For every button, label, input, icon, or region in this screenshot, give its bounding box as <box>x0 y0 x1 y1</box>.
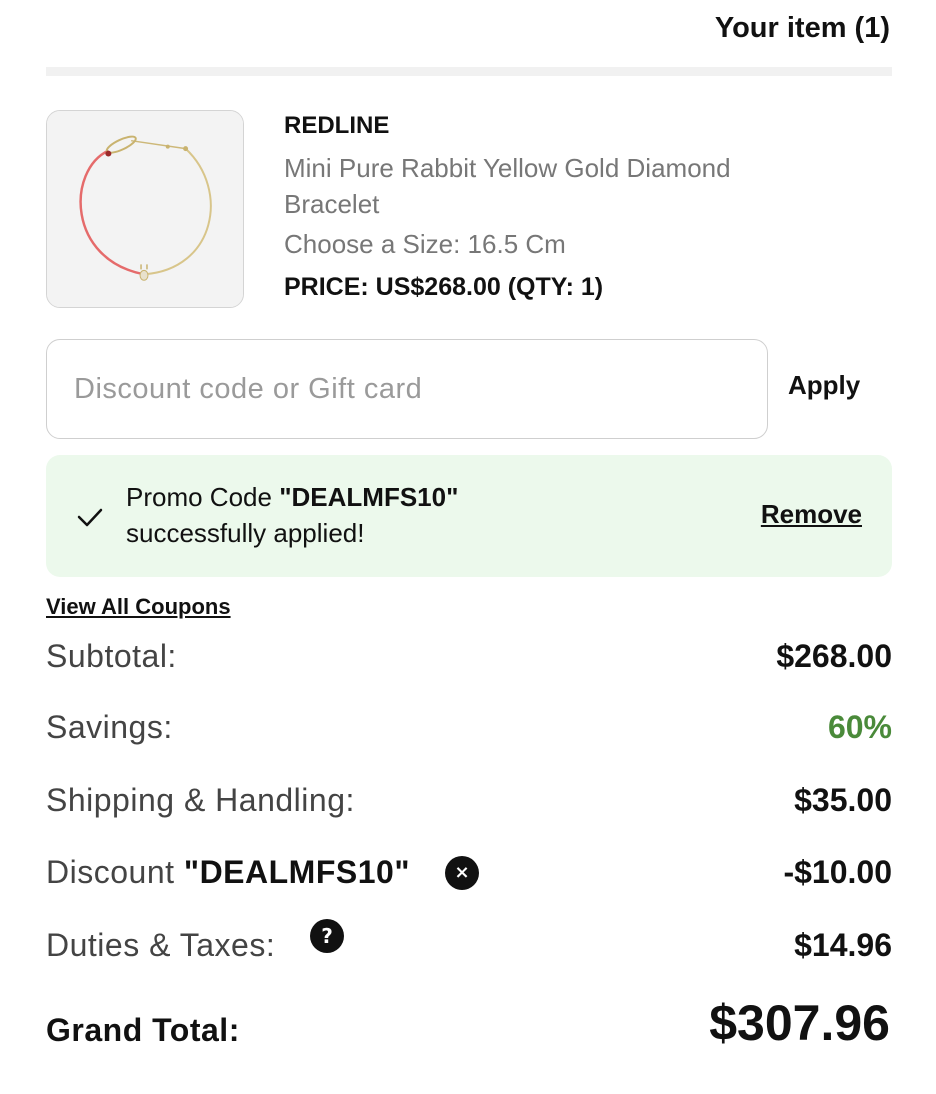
duties-value: $14.96 <box>794 927 892 963</box>
discount-code-input[interactable] <box>46 339 768 439</box>
product-size: Choose a Size: 16.5 Cm <box>284 229 566 259</box>
product-price: PRICE: US$268.00 (QTY: 1) <box>284 273 604 301</box>
duties-label: Duties & Taxes: <box>46 927 276 963</box>
shipping-label: Shipping & Handling: <box>46 782 355 818</box>
shipping-value: $35.00 <box>794 782 892 818</box>
savings-value: 60% <box>827 709 892 745</box>
discount-value: -$10.00 <box>783 854 892 890</box>
discount-code-label: "DEALMFS10" <box>183 854 410 890</box>
shipping-row: Shipping & Handling: $35.00 <box>46 780 892 820</box>
promo-remove-link[interactable]: Remove <box>761 499 862 530</box>
subtotal-label: Subtotal: <box>46 638 177 674</box>
apply-button[interactable]: Apply <box>788 370 860 401</box>
header-divider <box>46 67 892 76</box>
subtotal-value: $268.00 <box>776 638 892 674</box>
savings-label: Savings: <box>46 709 173 745</box>
discount-label-prefix: Discount <box>46 854 184 890</box>
product-info: REDLINE Mini Pure Rabbit Yellow Gold Dia… <box>284 110 884 304</box>
subtotal-row: Subtotal: $268.00 <box>46 636 892 676</box>
help-icon[interactable]: ? <box>310 919 344 953</box>
promo-suffix: successfully applied! <box>126 518 365 548</box>
product-image[interactable] <box>46 110 244 308</box>
bracelet-image <box>47 111 243 307</box>
grand-total-value: $307.96 <box>709 995 890 1051</box>
promo-message: Promo Code "DEALMFS10" successfully appl… <box>126 479 458 551</box>
checkmark-icon <box>77 508 103 527</box>
view-all-coupons-link[interactable]: View All Coupons <box>46 594 231 620</box>
promo-code: "DEALMFS10" <box>279 482 459 512</box>
cart-header-title: Your item (1) <box>714 12 890 44</box>
discount-label: Discount "DEALMFS10" <box>46 852 410 892</box>
savings-row: Savings: 60% <box>46 707 892 747</box>
product-name[interactable]: Mini Pure Rabbit Yellow Gold Diamond Bra… <box>284 150 824 222</box>
product-brand: REDLINE <box>284 112 390 139</box>
promo-success-banner: Promo Code "DEALMFS10" successfully appl… <box>46 455 892 577</box>
grand-total-label: Grand Total: <box>46 1012 240 1048</box>
duties-row: Duties & Taxes: $14.96 <box>46 925 892 965</box>
promo-prefix: Promo Code <box>126 482 280 512</box>
remove-discount-icon[interactable]: × <box>445 856 479 890</box>
